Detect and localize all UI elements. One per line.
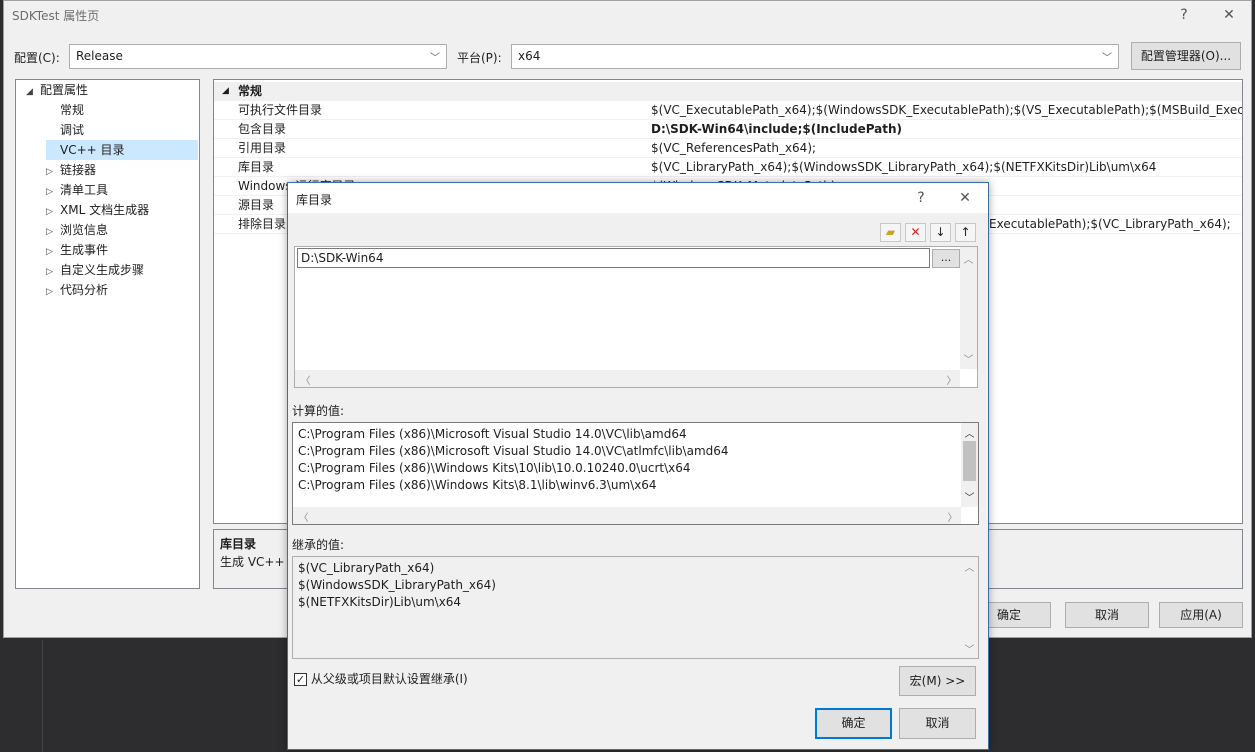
collapsed-triangle-icon: ▷ [46,227,53,237]
scroll-left-icon[interactable]: 〈 [295,509,312,524]
directory-input[interactable]: D:\SDK-Win64 [297,248,930,268]
tree-item-linker[interactable]: ▷ 链接器 [46,160,96,180]
edit-list-hscrollbar[interactable]: 〈 〉 [295,370,960,387]
library-directories-dialog: 库目录 ? ✕ ▰ ✕ ↓ ↑ D:\SDK-Win64 ... ︿ ﹀ 〈 〉… [287,182,989,750]
browse-button[interactable]: ... [932,249,960,268]
inherit-checkbox[interactable]: ✓ [294,673,307,686]
scroll-up-icon[interactable]: ︿ [961,425,978,440]
config-manager-button[interactable]: 配置管理器(O)... [1131,42,1241,70]
tree-item-custom-build[interactable]: ▷ 自定义生成步骤 [46,260,144,280]
tree-item-xml-doc[interactable]: ▷ XML 文档生成器 [46,200,149,220]
property-tree: ◢ 配置属性 常规 调试 VC++ 目录 ▷ 链接器 ▷ 清单工具 ▷ XML 文档生成… [15,79,200,589]
delete-icon[interactable]: ✕ [905,223,926,242]
tree-item-debugging[interactable]: 调试 [60,120,84,140]
window-title: SDKTest 属性页 [12,9,100,23]
collapsed-triangle-icon: ▷ [46,207,53,217]
grid-row-include-dirs[interactable]: 包含目录 D:\SDK-Win64\include;$(IncludePath) [214,120,1242,139]
description-title: 库目录 [220,537,257,551]
tree-item-general[interactable]: 常规 [60,100,84,120]
computed-hscrollbar[interactable]: 〈 〉 [293,507,961,524]
inherited-vscrollbar[interactable]: ︿ ﹀ [961,557,978,658]
platform-combo[interactable]: x64 ﹀ [511,44,1119,69]
computed-values-label: 计算的值: [292,404,345,418]
inherit-checkbox-label: 从父级或项目默认设置继承(I) [310,672,468,686]
dialog-title: 库目录 [296,193,333,207]
tree-item-vc-directories[interactable]: VC++ 目录 [46,140,198,160]
tree-root[interactable]: ◢ 配置属性 [26,80,88,100]
help-button[interactable]: ? [1174,5,1194,25]
scroll-thumb[interactable] [963,441,976,481]
platform-label: 平台(P): [457,51,502,65]
computed-value: C:\Program Files (x86)\Windows Kits\10\l… [298,461,691,475]
collapsed-triangle-icon: ▷ [46,167,53,177]
grid-row-library-dirs[interactable]: 库目录 $(VC_LibraryPath_x64);$(WindowsSDK_L… [214,158,1242,177]
chevron-down-icon: ﹀ [430,53,440,64]
inherit-checkbox-row[interactable]: ✓ 从父级或项目默认设置继承(I) [294,670,468,687]
dialog-close-button[interactable]: ✕ [955,188,975,208]
collapsed-triangle-icon: ▷ [46,187,53,197]
computed-value: C:\Program Files (x86)\Microsoft Visual … [298,444,729,458]
collapsed-triangle-icon: ▷ [46,247,53,257]
move-up-icon[interactable]: ↑ [955,223,976,242]
inherited-values-label: 继承的值: [292,538,345,552]
tree-item-manifest-tool[interactable]: ▷ 清单工具 [46,180,108,200]
expanded-triangle-icon: ◢ [26,87,33,97]
move-down-icon[interactable]: ↓ [930,223,951,242]
dialog-ok-button[interactable]: 确定 [815,708,892,739]
inherited-value: $(NETFXKitsDir)Lib\um\x64 [298,595,462,609]
collapsed-triangle-icon: ▷ [46,287,53,297]
close-button[interactable]: ✕ [1219,5,1239,25]
directory-edit-list[interactable]: D:\SDK-Win64 ... ︿ ﹀ 〈 〉 [294,246,978,388]
background-divider [42,640,43,752]
collapsed-triangle-icon: ▷ [46,267,53,277]
scroll-right-icon[interactable]: 〉 [944,509,961,524]
chevron-down-icon: ﹀ [1102,53,1112,64]
tree-item-build-events[interactable]: ▷ 生成事件 [46,240,108,260]
tree-item-browse-info[interactable]: ▷ 浏览信息 [46,220,108,240]
expanded-triangle-icon: ◢ [222,86,229,96]
config-label: 配置(C): [14,51,60,65]
new-line-icon[interactable]: ▰ [880,223,901,242]
config-combo[interactable]: Release ﹀ [69,44,447,69]
scroll-left-icon[interactable]: 〈 [297,372,314,387]
dialog-cancel-button[interactable]: 取消 [899,708,976,739]
computed-vscrollbar[interactable]: ︿ ﹀ [961,423,978,507]
scroll-up-icon[interactable]: ︿ [960,251,977,266]
macros-button[interactable]: 宏(M) >> [899,666,976,696]
grid-category[interactable]: ◢ 常规 [214,82,1242,101]
grid-row-reference-dirs[interactable]: 引用目录 $(VC_ReferencesPath_x64); [214,139,1242,158]
dialog-help-button[interactable]: ? [911,188,931,208]
scroll-up-icon[interactable]: ︿ [961,559,978,574]
computed-value: C:\Program Files (x86)\Microsoft Visual … [298,427,687,441]
apply-button[interactable]: 应用(A) [1159,602,1243,628]
dialog-title-bar: 库目录 ? ✕ [288,183,988,213]
grid-row-exe-dirs[interactable]: 可执行文件目录 $(VC_ExecutablePath_x64);$(Windo… [214,101,1242,120]
inherited-values-list[interactable]: $(VC_LibraryPath_x64) $(WindowsSDK_Libra… [292,556,979,659]
platform-value: x64 [518,49,541,63]
scroll-down-icon[interactable]: ﹀ [960,351,977,366]
scroll-right-icon[interactable]: 〉 [943,372,960,387]
cancel-button[interactable]: 取消 [1065,602,1149,628]
edit-list-vscrollbar[interactable]: ︿ ﹀ [960,247,977,369]
tree-item-code-analysis[interactable]: ▷ 代码分析 [46,280,108,300]
computed-values-list[interactable]: C:\Program Files (x86)\Microsoft Visual … [292,422,979,525]
scroll-down-icon[interactable]: ﹀ [961,489,978,504]
inherited-value: $(WindowsSDK_LibraryPath_x64) [298,578,496,592]
config-value: Release [76,49,123,63]
inherited-value: $(VC_LibraryPath_x64) [298,561,435,575]
scroll-down-icon[interactable]: ﹀ [961,641,978,656]
computed-value: C:\Program Files (x86)\Windows Kits\8.1\… [298,478,657,492]
